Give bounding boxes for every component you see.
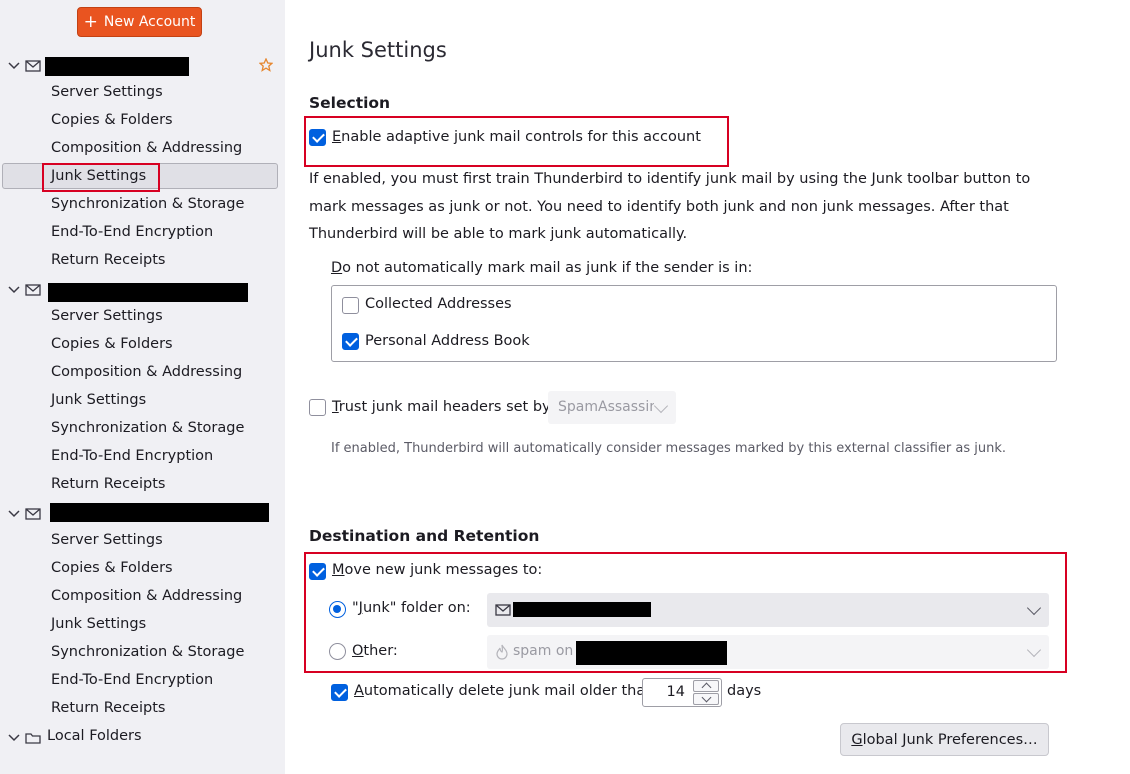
other-folder-radio[interactable]: [329, 643, 346, 660]
sidebar-item-sync-storage[interactable]: Synchronization & Storage: [51, 642, 244, 662]
stepper-up-icon[interactable]: [693, 680, 719, 692]
junk-folder-label[interactable]: "Junk" folder on:: [352, 600, 471, 616]
sidebar-item-composition[interactable]: Composition & Addressing: [51, 586, 242, 606]
account-row-3[interactable]: [0, 502, 285, 526]
trust-headers-value: SpamAssassin: [558, 399, 654, 415]
destination-heading: Destination and Retention: [309, 527, 540, 545]
new-account-button[interactable]: + New Account: [77, 7, 202, 37]
mail-account-icon: [25, 60, 41, 72]
redacted-account-name: [513, 602, 651, 617]
other-folder-label[interactable]: Other:: [352, 643, 398, 659]
sidebar-item-junk-settings[interactable]: Junk Settings: [51, 614, 146, 634]
auto-delete-days-stepper[interactable]: 14: [642, 678, 722, 707]
junk-description: If enabled, you must first train Thunder…: [309, 171, 1031, 242]
chevron-down-icon: [1026, 600, 1042, 616]
junk-flame-icon: [496, 644, 508, 660]
selection-heading: Selection: [309, 94, 391, 112]
mail-account-icon: [25, 508, 41, 520]
default-account-star-icon: [259, 58, 273, 72]
folder-icon: [25, 733, 41, 744]
sidebar-item-e2e-encryption[interactable]: End-To-End Encryption: [51, 222, 213, 242]
enable-junk-controls-label[interactable]: Enable adaptive junk mail controls for t…: [332, 129, 701, 145]
plus-icon: +: [83, 11, 98, 32]
account-sidebar: + New Account Server Settings Copies & F…: [0, 0, 285, 774]
sidebar-item-sync-storage[interactable]: Synchronization & Storage: [51, 418, 244, 438]
page-title: Junk Settings: [309, 38, 447, 62]
sidebar-item-sync-storage[interactable]: Synchronization & Storage: [51, 194, 244, 214]
chevron-down-icon[interactable]: [7, 282, 21, 296]
other-folder-value: spam on: [513, 643, 574, 659]
chevron-down-icon[interactable]: [7, 730, 21, 744]
trust-headers-select[interactable]: SpamAssassin: [548, 391, 676, 424]
sidebar-item-e2e-encryption[interactable]: End-To-End Encryption: [51, 446, 213, 466]
days-label: days: [727, 683, 762, 699]
global-junk-preferences-button[interactable]: Global Junk Preferences…: [840, 723, 1049, 756]
collected-addresses-label[interactable]: Collected Addresses: [365, 296, 512, 312]
enable-junk-controls-checkbox[interactable]: [309, 129, 326, 146]
redacted-account-name: [48, 283, 248, 302]
sidebar-item-e2e-encryption[interactable]: End-To-End Encryption: [51, 670, 213, 690]
new-account-label: New Account: [103, 14, 196, 30]
chevron-down-icon[interactable]: [7, 506, 21, 520]
auto-delete-label[interactable]: Automatically delete junk mail older tha…: [354, 683, 654, 699]
move-junk-checkbox[interactable]: [309, 563, 326, 580]
chevron-down-icon: [653, 398, 669, 413]
sidebar-item-junk-settings-selected[interactable]: Junk Settings: [51, 166, 146, 186]
sidebar-item-copies-folders[interactable]: Copies & Folders: [51, 110, 173, 130]
redacted-account-name: [50, 503, 269, 522]
redacted-account-name: [45, 57, 189, 76]
chevron-down-icon[interactable]: [7, 58, 21, 72]
sidebar-item-server-settings[interactable]: Server Settings: [51, 306, 163, 326]
trust-headers-checkbox[interactable]: [309, 399, 326, 416]
sidebar-item-server-settings[interactable]: Server Settings: [51, 82, 163, 102]
sidebar-item-return-receipts[interactable]: Return Receipts: [51, 250, 165, 270]
whitelist-label: Do not automatically mark mail as junk i…: [331, 260, 753, 276]
sidebar-item-junk-settings[interactable]: Junk Settings: [51, 390, 146, 410]
sidebar-item-server-settings[interactable]: Server Settings: [51, 530, 163, 550]
personal-address-book-checkbox[interactable]: [342, 333, 359, 350]
local-folders-row[interactable]: Local Folders: [0, 726, 285, 750]
app-window: + New Account Server Settings Copies & F…: [0, 0, 1130, 774]
local-folders-label: Local Folders: [47, 728, 142, 744]
redacted-account-name: [576, 641, 727, 665]
move-junk-label[interactable]: Move new junk messages to:: [332, 562, 542, 578]
sidebar-item-return-receipts[interactable]: Return Receipts: [51, 698, 165, 718]
sidebar-item-composition[interactable]: Composition & Addressing: [51, 362, 242, 382]
trust-headers-label[interactable]: Trust junk mail headers set by:: [332, 399, 554, 415]
collected-addresses-checkbox[interactable]: [342, 297, 359, 314]
account-row-2[interactable]: [0, 278, 285, 302]
auto-delete-days-value[interactable]: 14: [667, 684, 685, 700]
settings-panel: Junk Settings Selection Enable adaptive …: [285, 0, 1130, 774]
sidebar-item-composition[interactable]: Composition & Addressing: [51, 138, 242, 158]
mail-account-icon: [495, 604, 511, 616]
chevron-down-icon: [1026, 642, 1042, 658]
sidebar-item-copies-folders[interactable]: Copies & Folders: [51, 558, 173, 578]
sidebar-item-copies-folders[interactable]: Copies & Folders: [51, 334, 173, 354]
junk-folder-radio[interactable]: [329, 601, 346, 618]
other-folder-select[interactable]: spam on: [487, 635, 1049, 669]
sidebar-item-return-receipts[interactable]: Return Receipts: [51, 474, 165, 494]
account-row-1[interactable]: [0, 54, 285, 78]
auto-delete-checkbox[interactable]: [331, 684, 348, 701]
mail-account-icon: [25, 284, 41, 296]
personal-address-book-label[interactable]: Personal Address Book: [365, 333, 530, 349]
trust-headers-note: If enabled, Thunderbird will automatical…: [331, 441, 1007, 456]
stepper-down-icon[interactable]: [693, 693, 719, 705]
junk-folder-account-select[interactable]: [487, 593, 1049, 627]
